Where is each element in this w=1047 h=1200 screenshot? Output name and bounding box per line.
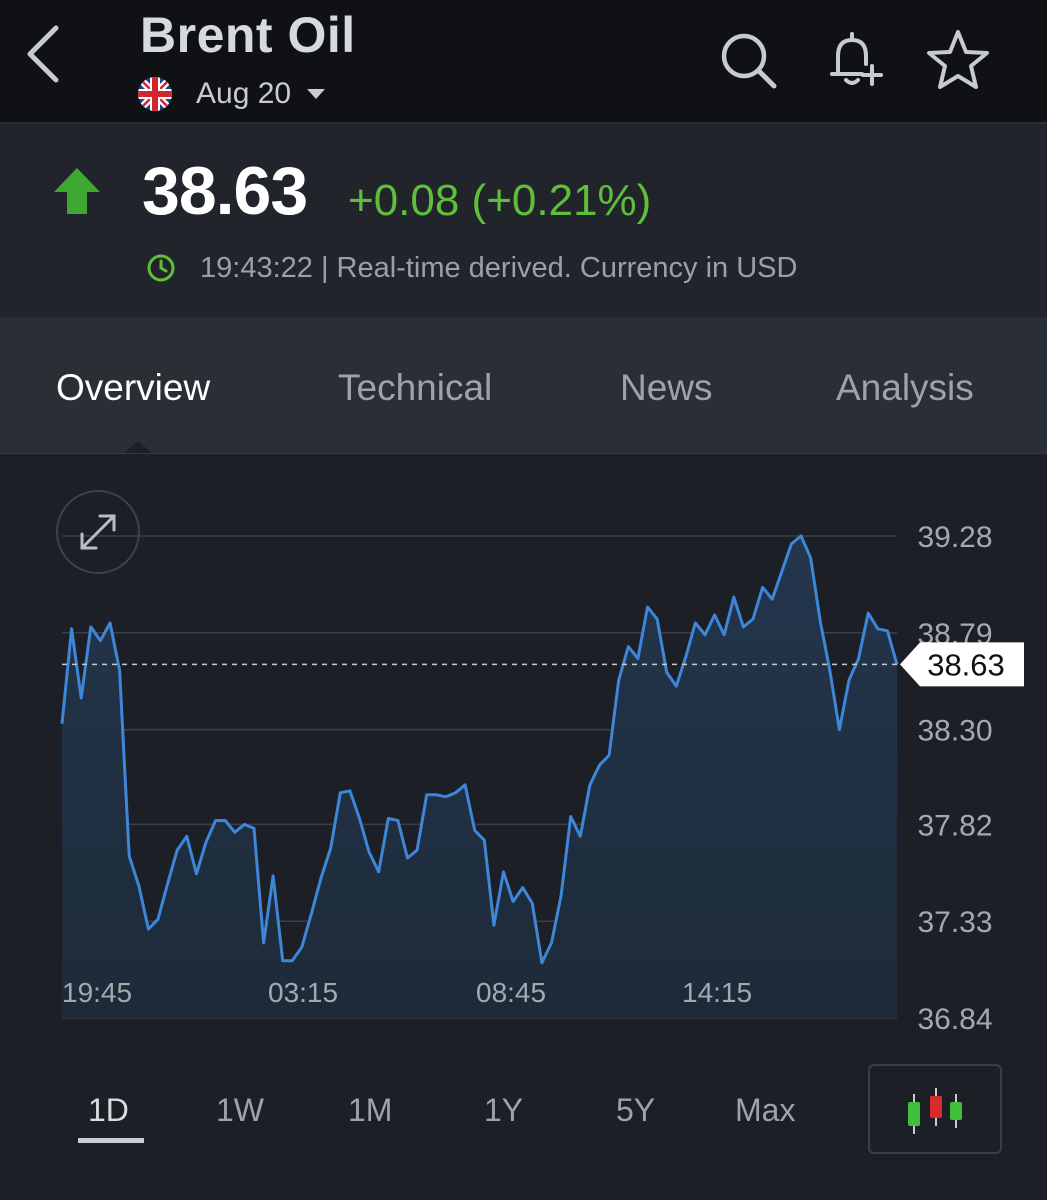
search-icon[interactable]: [716, 28, 780, 92]
bell-plus-icon[interactable]: [822, 28, 886, 92]
price-change: +0.08 (+0.21%): [348, 176, 652, 225]
last-price: 38.63: [142, 153, 308, 229]
clock-icon: [147, 254, 175, 282]
up-arrow-icon: [54, 168, 100, 214]
price-area: [62, 536, 897, 1018]
range-5y-button[interactable]: 5Y: [616, 1092, 655, 1129]
quote-panel: 38.63 +0.08 (+0.21%) 19:43:22 | Real-tim…: [0, 124, 1047, 319]
tab-bar: Overview Technical News Analysis: [0, 319, 1047, 454]
chart-type-button[interactable]: [868, 1064, 1002, 1154]
expand-icon: [80, 514, 116, 550]
expand-chart-button[interactable]: [56, 490, 140, 574]
top-bar: Brent Oil Aug 20: [0, 0, 1047, 124]
tab-analysis[interactable]: Analysis: [836, 367, 974, 409]
x-tick-label: 19:45: [62, 977, 132, 1008]
uk-flag-icon: [138, 77, 172, 111]
candle-body: [950, 1102, 962, 1120]
y-tick-label: 36.84: [917, 1003, 992, 1036]
range-max-button[interactable]: Max: [735, 1092, 795, 1129]
back-icon[interactable]: [22, 22, 66, 86]
contract-selector[interactable]: Aug 20: [138, 74, 326, 114]
range-1w-button[interactable]: 1W: [216, 1092, 264, 1129]
range-1d-button[interactable]: 1D: [88, 1092, 129, 1129]
candle-body: [930, 1096, 942, 1118]
candlestick-icon: [908, 1088, 962, 1134]
active-range-underline: [78, 1138, 144, 1143]
y-tick-label: 37.82: [917, 809, 992, 842]
x-tick-label: 08:45: [476, 977, 546, 1008]
current-price-marker: 38.63: [900, 642, 1024, 687]
tab-news[interactable]: News: [620, 367, 713, 409]
chevron-down-icon: [307, 89, 326, 99]
instrument-title: Brent Oil: [140, 7, 356, 63]
candle-body: [908, 1102, 920, 1126]
quote-timestamp: 19:43:22 | Real-time derived. Currency i…: [200, 251, 798, 284]
range-1y-button[interactable]: 1Y: [484, 1092, 523, 1129]
star-icon[interactable]: [926, 28, 990, 92]
tab-technical[interactable]: Technical: [338, 367, 492, 409]
price-chart[interactable]: 39.28 38.79 38.30 37.82 37.33 36.84 19:45 03:1…: [0, 454, 1047, 1054]
chart-svg: 39.2838.7938.3037.8237.3336.84 19:45 03:1…: [60, 521, 1024, 1036]
time-range-bar: 1D 1W 1M 1Y 5Y Max: [0, 1060, 1047, 1200]
active-tab-pointer: [124, 441, 152, 453]
y-tick-label: 39.28: [917, 521, 992, 554]
quote-timestamp-row: 19:43:22 | Real-time derived. Currency i…: [146, 248, 797, 288]
x-tick-label: 03:15: [268, 977, 338, 1008]
contract-label: Aug 20: [196, 77, 292, 110]
tab-overview[interactable]: Overview: [56, 367, 210, 409]
y-tick-label: 37.33: [917, 906, 992, 939]
y-tick-label: 38.30: [917, 715, 992, 748]
x-tick-label: 14:15: [682, 977, 752, 1008]
current-price-label: 38.63: [927, 647, 1005, 682]
range-1m-button[interactable]: 1M: [348, 1092, 392, 1129]
